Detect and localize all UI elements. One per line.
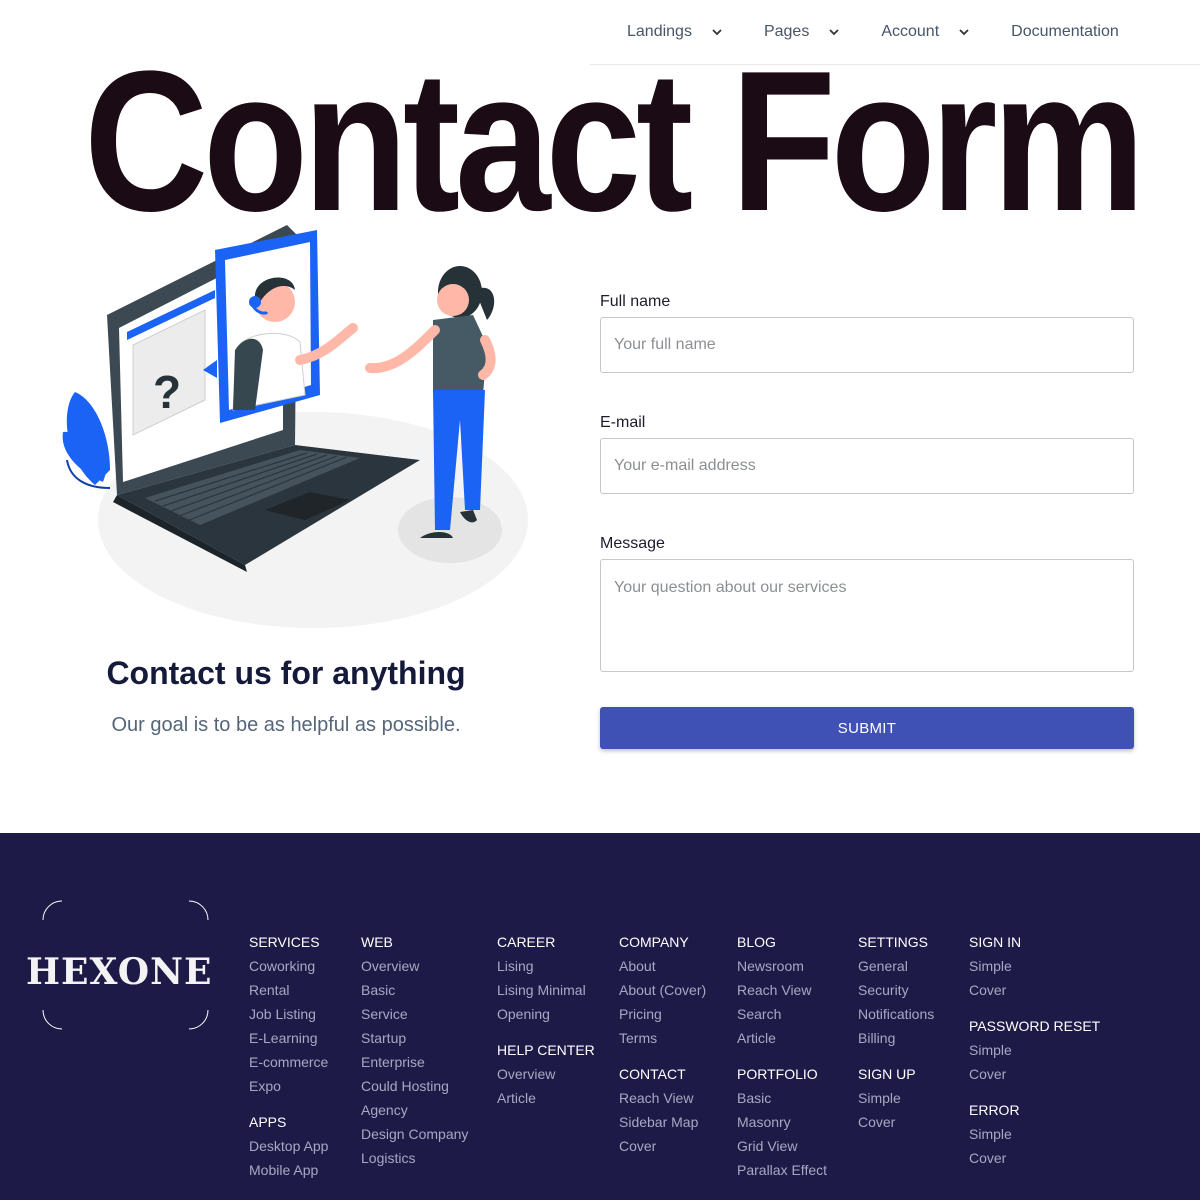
footer-link[interactable]: Opening [497,1002,595,1026]
footer-column: SETTINGS General Security Notifications Bill… [858,930,934,1134]
footer-link[interactable]: Reach View [619,1086,706,1110]
footer-link[interactable]: Cover [969,978,1100,1002]
footer-link[interactable]: Rental [249,978,328,1002]
footer-link[interactable]: Design Company [361,1122,468,1146]
footer-link[interactable]: Mobile App [249,1158,328,1182]
footer-link[interactable]: About [619,954,706,978]
footer-link[interactable]: Sidebar Map [619,1110,706,1134]
footer: HEXONE SERVICES Coworking Rental Job Listin… [0,833,1200,1200]
footer-column: COMPANY About About (Cover) Pricing Terms CON… [619,930,706,1158]
footer-link[interactable]: Lising [497,954,595,978]
footer-link[interactable]: Coworking [249,954,328,978]
footer-heading: PASSWORD RESET [969,1018,1101,1034]
footer-heading: WEB [361,934,393,950]
footer-heading: SIGN IN [969,934,1022,950]
svg-text:?: ? [153,366,181,418]
footer-column: WEB Overview Basic Service Startup Enterprise… [361,930,468,1170]
message-field[interactable] [600,559,1134,672]
footer-link[interactable]: Terms [619,1026,706,1050]
footer-heading: APPS [249,1114,287,1130]
contact-subtext: Our goal is to be as helpful as possible… [111,714,461,736]
fullname-label: Full name [600,293,671,310]
footer-link[interactable]: Job Listing [249,1002,328,1026]
footer-heading: BLOG [737,934,776,950]
footer-link[interactable]: Lising Minimal [497,978,595,1002]
footer-heading: PORTFOLIO [737,1066,818,1082]
email-label: E-mail [600,414,646,431]
footer-link[interactable]: About (Cover) [619,978,706,1002]
footer-link[interactable]: Enterprise [361,1050,468,1074]
footer-heading: HELP CENTER [497,1042,595,1058]
footer-link[interactable]: Cover [619,1134,706,1158]
submit-button[interactable]: SUBMIT [600,707,1134,749]
footer-link[interactable]: Logistics [361,1146,468,1170]
footer-link[interactable]: Reach View [737,978,827,1002]
email-field[interactable] [600,438,1134,494]
footer-heading: COMPANY [619,934,689,950]
footer-link[interactable]: Cover [969,1062,1100,1086]
footer-heading: SETTINGS [858,934,929,950]
footer-link[interactable]: E-commerce [249,1050,328,1074]
footer-link[interactable]: Expo [249,1074,328,1098]
footer-link[interactable]: Basic [737,1086,827,1110]
footer-link[interactable]: Billing [858,1026,934,1050]
footer-link[interactable]: Article [737,1026,827,1050]
footer-column: SIGN IN Simple Cover PASSWORD RESET Simple Co… [969,930,1100,1170]
fullname-field[interactable] [600,317,1134,373]
footer-link[interactable]: Startup [361,1026,468,1050]
contact-form: Full name E-mail Message SUBMIT [600,292,1134,749]
footer-link[interactable]: Pricing [619,1002,706,1026]
footer-link[interactable]: Search [737,1002,827,1026]
footer-link[interactable]: General [858,954,934,978]
footer-link[interactable]: Notifications [858,1002,934,1026]
footer-link[interactable]: Desktop App [249,1134,328,1158]
footer-column: BLOG Newsroom Reach View Search Article PORTF… [737,930,827,1182]
footer-link[interactable]: Security [858,978,934,1002]
footer-link[interactable]: Newsroom [737,954,827,978]
footer-column: SERVICES Coworking Rental Job Listing E-Lear… [249,930,328,1182]
footer-heading: SERVICES [249,934,320,950]
footer-link[interactable]: Simple [858,1086,934,1110]
footer-link[interactable]: Overview [361,954,468,978]
message-label: Message [600,535,665,552]
support-illustration: ? [62,225,528,628]
brand-logo[interactable]: HEXONE [26,951,212,993]
footer-column: CAREER Lising Lising Minimal Opening HELP CE… [497,930,595,1110]
footer-link[interactable]: Basic [361,978,468,1002]
contact-heading: Contact us for anything [106,655,466,691]
footer-heading: SIGN UP [858,1066,916,1082]
footer-link[interactable]: Could Hosting [361,1074,468,1098]
footer-link[interactable]: Agency [361,1098,468,1122]
footer-link[interactable]: Service [361,1002,468,1026]
footer-heading: ERROR [969,1102,1020,1118]
footer-link[interactable]: Cover [858,1110,934,1134]
footer-link[interactable]: Parallax Effect [737,1158,827,1182]
footer-link[interactable]: Simple [969,954,1100,978]
footer-link[interactable]: Masonry [737,1110,827,1134]
footer-heading: CAREER [497,934,556,950]
footer-link[interactable]: Simple [969,1122,1100,1146]
footer-link[interactable]: E-Learning [249,1026,328,1050]
footer-heading: CONTACT [619,1066,686,1082]
page-title: Contact Form [84,30,1145,253]
footer-link[interactable]: Grid View [737,1134,827,1158]
footer-link[interactable]: Simple [969,1038,1100,1062]
footer-link[interactable]: Cover [969,1146,1100,1170]
footer-link[interactable]: Article [497,1086,595,1110]
footer-link[interactable]: Overview [497,1062,595,1086]
